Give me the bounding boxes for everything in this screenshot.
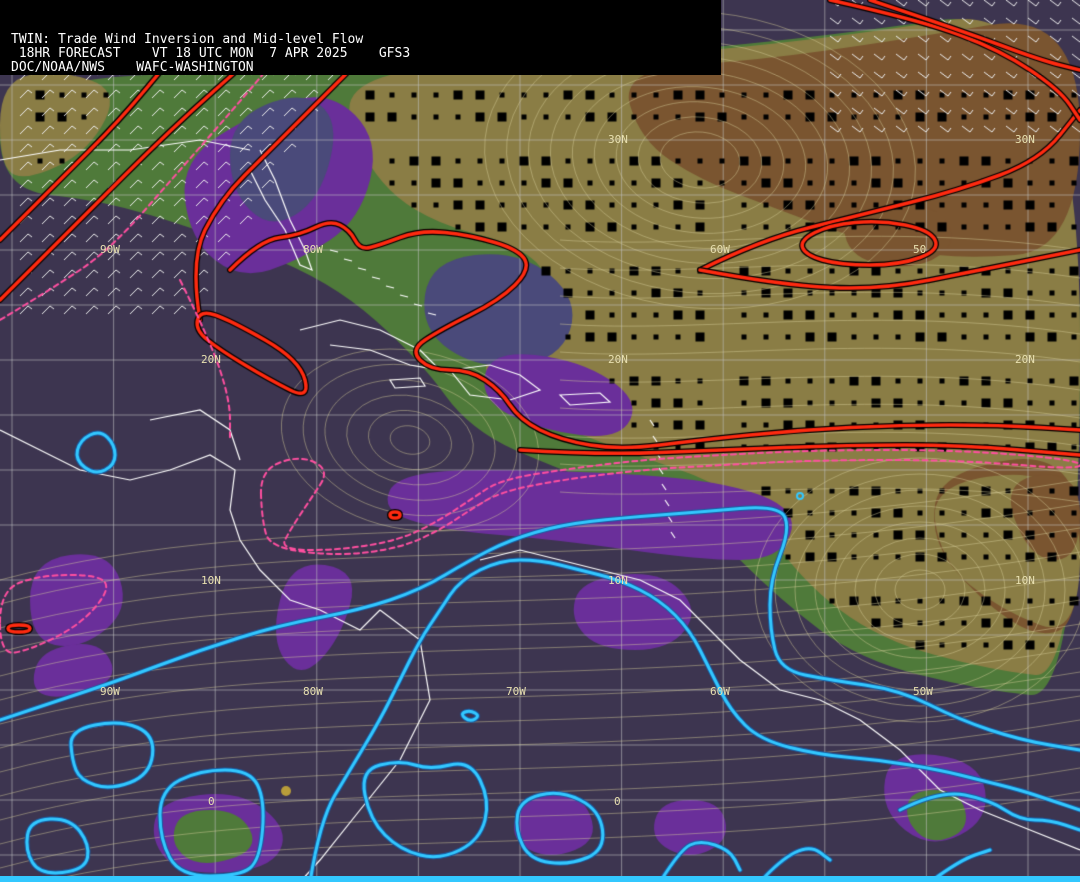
- lon-label-60w-north: 60W: [710, 243, 730, 256]
- lon-label-70w-south: 70W: [506, 685, 526, 698]
- lat-label-20n-west: 20N: [201, 353, 221, 366]
- header-agency-line: DOC/NOAA/NWS WAFC-WASHINGTON: [11, 60, 254, 75]
- lat-label-10n-center: 10N: [608, 574, 628, 587]
- lon-label-90w-north: 90W: [100, 243, 120, 256]
- lon-label-60w-south: 60W: [710, 685, 730, 698]
- eq-label-center: 0: [614, 795, 621, 808]
- header-title: TWIN: Trade Wind Inversion and Mid-level…: [11, 32, 364, 47]
- eq-label-west: 0: [208, 795, 215, 808]
- lon-label-80w-north: 80W: [303, 243, 323, 256]
- map-header: TWIN: Trade Wind Inversion and Mid-level…: [0, 0, 721, 75]
- lat-label-30n-west: 30N: [608, 133, 628, 146]
- lat-label-10n-west: 10N: [201, 574, 221, 587]
- lon-label-50w-south: 50W: [913, 685, 933, 698]
- lon-label-80w-south: 80W: [303, 685, 323, 698]
- header-forecast-line: 18HR FORECAST VT 18 UTC MON 7 APR 2025 G…: [11, 46, 411, 61]
- lat-label-10n-east: 10N: [1015, 574, 1035, 587]
- lat-label-20n-center: 20N: [608, 353, 628, 366]
- bottom-border: [0, 876, 1080, 882]
- lat-label-20n-east: 20N: [1015, 353, 1035, 366]
- lat-label-30n-east: 30N: [1015, 133, 1035, 146]
- weather-map-canvas: [0, 0, 1080, 882]
- lon-label-90w-south: 90W: [100, 685, 120, 698]
- lon-label-50-north: 50: [913, 243, 927, 256]
